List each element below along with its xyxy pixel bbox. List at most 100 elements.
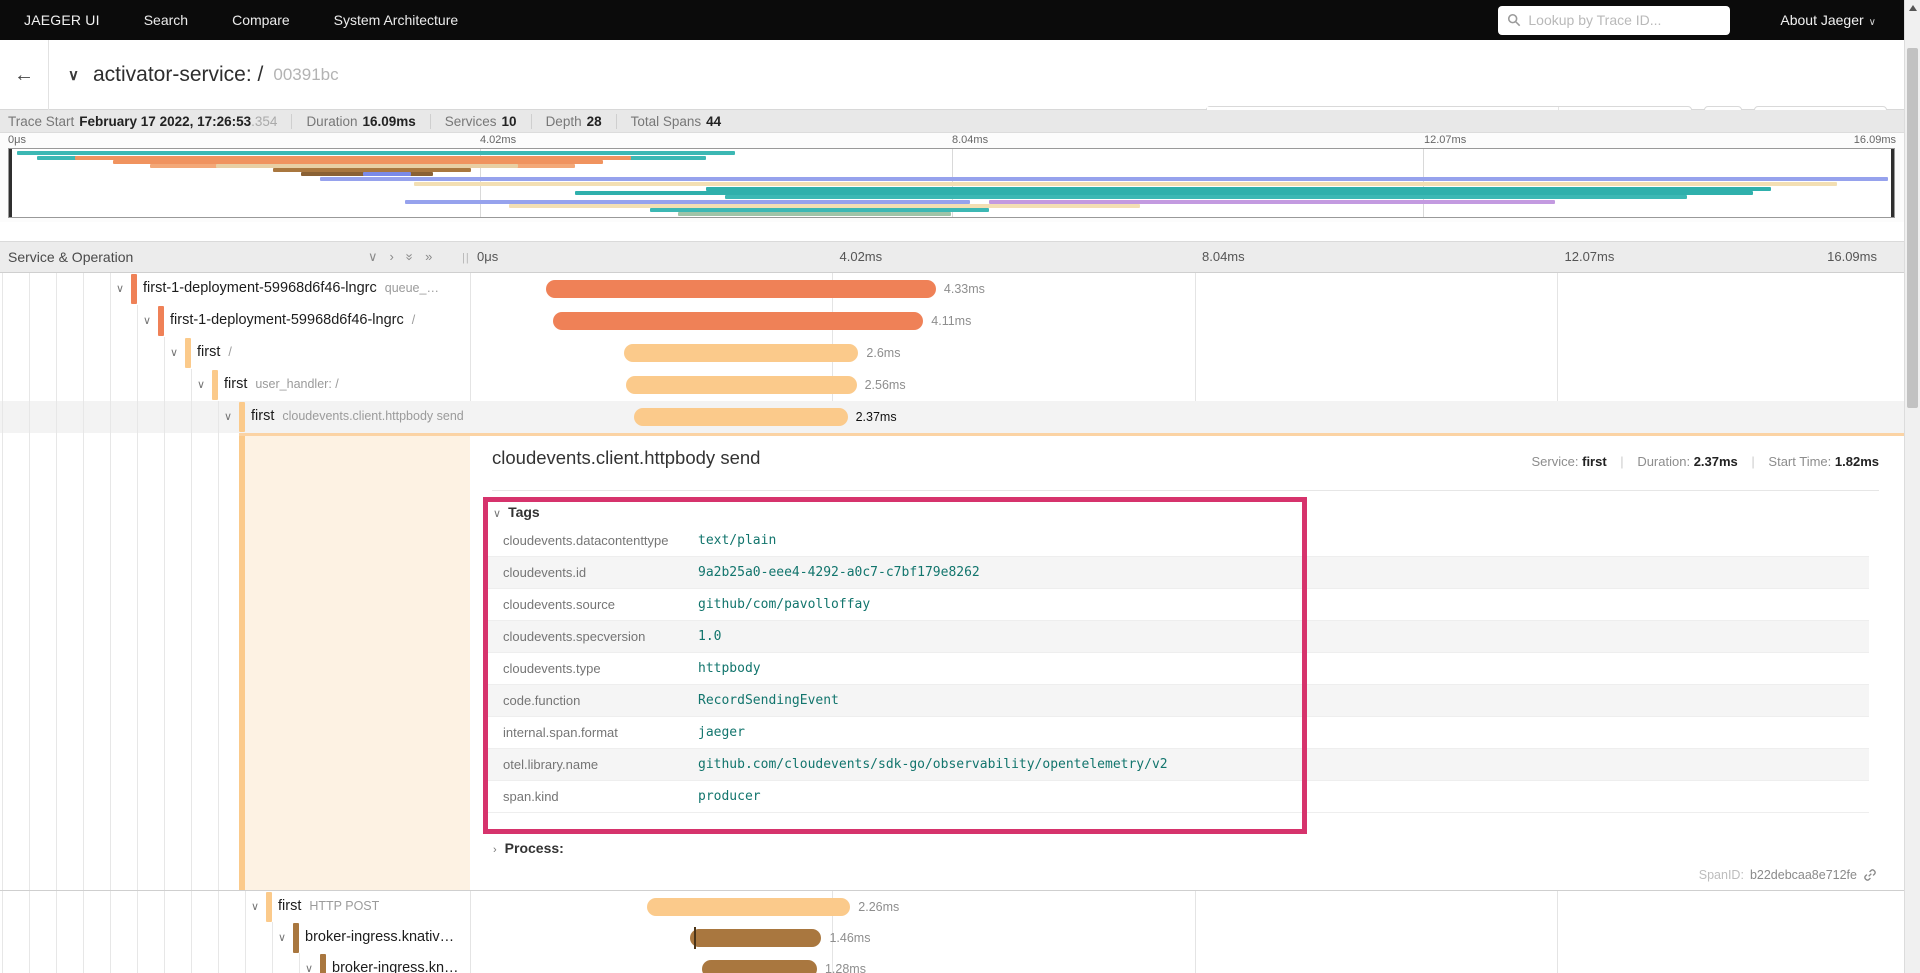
expand-one-icon[interactable]: › — [390, 249, 394, 265]
trace-title: activator-service: / — [92, 63, 264, 86]
span-duration-label: 4.33ms — [943, 282, 985, 296]
ruler-tick: 4.02ms — [839, 249, 883, 264]
tag-row[interactable]: otel.library.name github.com/cloudevents/… — [488, 749, 1869, 781]
tree-guide-lines — [2, 273, 111, 305]
tag-row[interactable]: cloudevents.datacontenttype text/plain — [488, 525, 1869, 557]
minimap-canvas[interactable] — [8, 148, 1895, 218]
span-operation-name: queue_… — [384, 281, 439, 295]
minimap-left-handle[interactable] — [9, 149, 12, 217]
span-row[interactable]: ∨ first-1-deployment-59968d6f46-lngrc queu… — [0, 273, 1904, 305]
tag-row[interactable]: span.kind producer — [488, 781, 1869, 813]
span-duration-bar[interactable] — [634, 408, 848, 426]
trace-summary-bar: Trace Start February 17 2022, 17:26:53.35… — [0, 110, 1904, 133]
column-resize-handle[interactable]: || — [462, 252, 470, 264]
ruler-tick: 8.04ms — [1202, 249, 1245, 264]
ruler-tick: 8.04ms — [952, 134, 989, 146]
tag-row[interactable]: cloudevents.source github/com/pavolloffay — [488, 589, 1869, 621]
span-duration-bar[interactable] — [646, 898, 851, 916]
ruler-tick: 16.09ms — [1853, 134, 1896, 146]
span-duration-label: 4.11ms — [931, 314, 972, 328]
nav-item-system-architecture[interactable]: System Architecture — [334, 12, 459, 28]
span-id-value: b22debcaa8e712fe — [1749, 868, 1857, 882]
span-service-name[interactable]: first / — [197, 344, 232, 360]
collapse-all-icon[interactable]: » — [401, 253, 417, 260]
summary-item: Total Spans 44 — [630, 113, 722, 129]
tree-guide-lines — [2, 433, 222, 890]
summary-item: Duration 16.09ms — [292, 113, 431, 129]
span-duration-bar[interactable] — [552, 312, 924, 330]
chevron-down-icon[interactable]: ∨ — [197, 378, 205, 391]
expand-all-icon[interactable]: » — [425, 249, 432, 265]
span-service-name[interactable]: first-1-deployment-59968d6f46-lngrc / — [170, 312, 415, 328]
tag-row[interactable]: internal.span.format jaeger — [488, 717, 1869, 749]
span-row[interactable]: ∨ broker-ingress.knativ… 1.46ms — [0, 922, 1904, 954]
tree-guide-lines — [2, 305, 138, 337]
summary-item: Trace Start February 17 2022, 17:26:53.35… — [0, 113, 293, 129]
chevron-down-icon[interactable]: ∨ — [170, 346, 178, 359]
about-jaeger-menu[interactable]: About Jaeger ∨ — [1780, 12, 1876, 28]
span-service-name[interactable]: first cloudevents.client.httpbody send — [251, 408, 464, 424]
summary-item: Services 10 — [431, 113, 532, 129]
span-service-name[interactable]: broker-ingress.knativ… — [305, 929, 454, 945]
span-duration-label: 2.6ms — [866, 346, 901, 360]
ruler-tick: 0μs — [8, 134, 26, 146]
tag-value: text/plain — [698, 533, 777, 548]
span-service-name[interactable]: first user_handler: / — [224, 376, 339, 392]
span-row[interactable]: ∨ first-1-deployment-59968d6f46-lngrc/4.1… — [0, 305, 1904, 337]
span-operation-name: / — [228, 345, 232, 359]
tag-row[interactable]: cloudevents.specversion 1.0 — [488, 621, 1869, 653]
span-row[interactable]: ∨ first user_handler: / 2.56ms — [0, 369, 1904, 401]
span-row[interactable]: ∨ first/2.6ms — [0, 337, 1904, 369]
span-duration-bar[interactable] — [625, 376, 857, 394]
chevron-down-icon[interactable]: ∨ — [143, 314, 151, 327]
trace-lookup-input[interactable] — [1528, 12, 1722, 28]
copy-link-icon[interactable] — [1863, 868, 1877, 882]
span-color-marker — [131, 274, 137, 304]
span-service-name[interactable]: first HTTP POST — [278, 898, 379, 914]
trace-lookup-box[interactable] — [1498, 5, 1731, 35]
span-row[interactable]: ∨ first cloudevents.client.httpbody send 2.… — [0, 401, 1904, 433]
minimap-right-handle[interactable] — [1891, 149, 1894, 217]
scroll-up-icon[interactable] — [1909, 5, 1917, 11]
span-duration-bar[interactable] — [689, 927, 822, 949]
span-duration-bar[interactable] — [545, 280, 936, 298]
tag-key: code.function — [503, 693, 581, 708]
tag-value: jaeger — [698, 725, 745, 740]
span-row[interactable]: ∨ first HTTP POST 2.26ms — [0, 891, 1904, 923]
ruler-tick: 16.09ms — [1827, 249, 1877, 264]
span-service-name[interactable]: broker-ingress.kn… — [332, 960, 459, 973]
back-button[interactable]: ← — [0, 40, 49, 110]
span-row[interactable]: ∨ broker-ingress.kn… 1.28ms — [0, 953, 1904, 973]
nav-item-compare[interactable]: Compare — [232, 12, 290, 28]
chevron-right-icon: › — [493, 844, 497, 856]
process-section-toggle[interactable]: › Process: — [493, 840, 564, 856]
app-logo[interactable]: JAEGER UI — [24, 12, 100, 28]
nav-item-search[interactable]: Search — [144, 12, 188, 28]
span-duration-bar[interactable] — [624, 344, 859, 362]
span-service-name[interactable]: first-1-deployment-59968d6f46-lngrc queue… — [143, 280, 439, 296]
tag-row[interactable]: code.function RecordSendingEvent — [488, 685, 1869, 717]
chevron-down-icon[interactable]: ∨ — [116, 282, 124, 295]
span-log-tick — [693, 927, 696, 949]
span-duration-bar[interactable] — [701, 960, 817, 973]
tags-table: cloudevents.datacontenttype text/plain clo… — [488, 525, 1869, 813]
top-nav-bar: JAEGER UI Search Compare System Architec… — [0, 0, 1904, 40]
span-duration-label: 1.28ms — [824, 962, 866, 973]
tags-section-toggle[interactable]: ∨ Tags — [493, 504, 540, 520]
tag-row[interactable]: cloudevents.id 9a2b25a0-eee4-4292-a0c7-c7… — [488, 557, 1869, 589]
chevron-down-icon[interactable]: ∨ — [305, 962, 313, 973]
span-color-marker — [212, 370, 218, 400]
trace-collapse-toggle[interactable]: ∨ — [68, 66, 79, 84]
tag-key: cloudevents.source — [503, 597, 616, 612]
scrollbar-thumb[interactable] — [1907, 48, 1918, 408]
tree-guide-lines — [2, 891, 246, 923]
collapse-one-icon[interactable]: ∨ — [368, 249, 378, 265]
chevron-down-icon[interactable]: ∨ — [251, 900, 259, 913]
span-operation-name: / — [411, 313, 416, 327]
vertical-scrollbar[interactable] — [1904, 0, 1920, 973]
tag-row[interactable]: cloudevents.type httpbody — [488, 653, 1869, 685]
service-operation-header: Service & Operation — [8, 249, 134, 265]
chevron-down-icon[interactable]: ∨ — [278, 931, 286, 944]
chevron-down-icon[interactable]: ∨ — [224, 410, 232, 423]
span-indent-tint — [245, 436, 470, 890]
